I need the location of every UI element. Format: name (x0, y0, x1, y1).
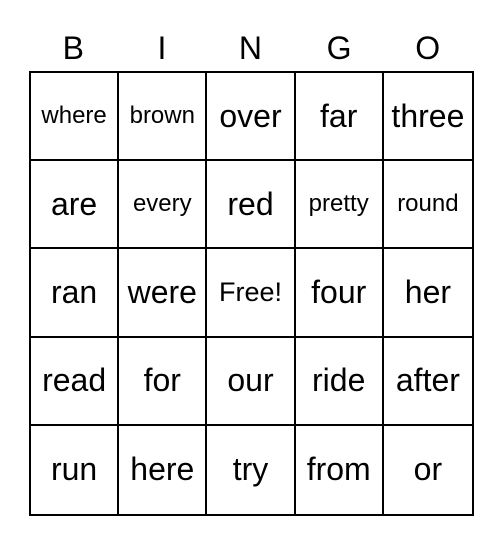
bingo-cell[interactable]: were (119, 249, 208, 338)
bingo-cell[interactable]: over (207, 73, 296, 162)
header-letter: G (326, 30, 352, 66)
header-letter: I (157, 30, 167, 66)
bingo-cell[interactable]: round (383, 161, 472, 250)
free-space[interactable]: Free! (207, 249, 296, 338)
bingo-cell[interactable]: ran (31, 249, 120, 338)
bingo-cell[interactable]: read (31, 337, 120, 426)
header-letter: O (415, 30, 441, 66)
bingo-cell[interactable]: our (207, 337, 296, 426)
bingo-cell[interactable]: or (384, 426, 472, 514)
bingo-cell[interactable]: for (119, 337, 208, 426)
bingo-cell[interactable]: run (31, 425, 120, 514)
bingo-cell[interactable]: ride (295, 337, 384, 426)
bingo-cell[interactable]: three (383, 73, 472, 162)
bingo-cell[interactable]: red (207, 161, 296, 250)
bingo-cell[interactable]: pretty (295, 161, 384, 250)
bingo-cell[interactable]: her (383, 249, 472, 338)
bingo-cell[interactable]: brown (119, 73, 208, 162)
bingo-grid: where brown over far three are every red pretty r… (29, 71, 474, 516)
bingo-cell[interactable]: from (296, 425, 384, 514)
bingo-cell[interactable]: where (31, 73, 120, 162)
header-letter: N (238, 30, 263, 66)
bingo-cell[interactable]: far (295, 73, 384, 162)
bingo-cell[interactable]: are (31, 161, 120, 250)
bingo-cell[interactable]: here (119, 425, 208, 514)
bingo-cell[interactable]: every (119, 161, 208, 250)
bingo-cell[interactable]: after (383, 338, 472, 426)
bingo-cell[interactable]: four (295, 249, 384, 338)
bingo-header: BINGO (29, 28, 472, 68)
header-letter: B (62, 30, 84, 66)
bingo-cell[interactable]: try (207, 425, 296, 514)
